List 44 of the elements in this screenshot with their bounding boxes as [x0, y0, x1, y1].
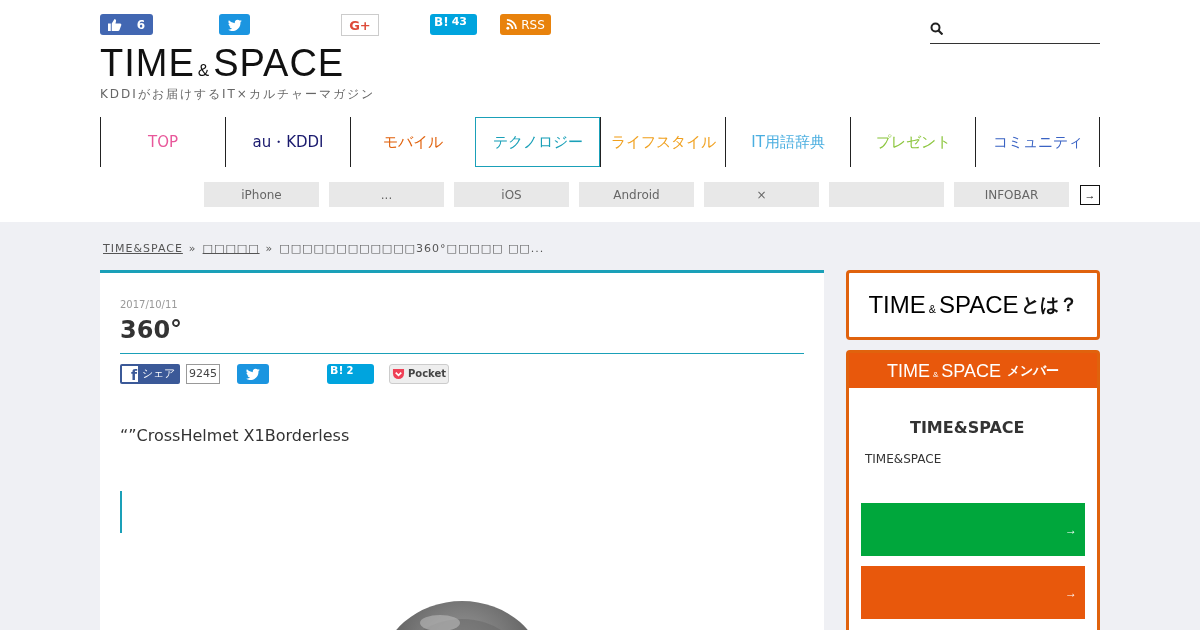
breadcrumb-link[interactable]: TIME&SPACE	[103, 241, 183, 255]
tag-link[interactable]: ...	[329, 182, 444, 207]
twitter-button[interactable]	[219, 14, 250, 35]
bird-icon	[227, 18, 242, 31]
tag-link[interactable]: Android	[579, 182, 694, 207]
article-title: 360°	[120, 316, 804, 354]
about-logo: TIME&SPACE	[868, 293, 1019, 317]
breadcrumb-separator: »	[265, 241, 274, 255]
pocket-icon	[391, 367, 405, 380]
members-label: メンバー	[1007, 361, 1060, 380]
nav-tab[interactable]: コミュニティ	[975, 117, 1100, 167]
member-text: TIME&SPACE	[865, 452, 943, 466]
more-tags-button[interactable]: →	[1080, 184, 1100, 205]
tag-link[interactable]: iOS	[454, 182, 569, 207]
tag-link[interactable]: iPhone	[204, 182, 319, 207]
arrow-button[interactable]: →	[861, 503, 1085, 556]
pocket-button[interactable]: Pocket	[389, 363, 449, 384]
member-name: TIME&SPACE	[910, 418, 1026, 437]
bird-icon	[246, 367, 260, 381]
twitter-button[interactable]	[237, 363, 269, 384]
breadcrumb-link[interactable]: □□□□□	[202, 241, 260, 255]
members-logo: TIME & SPACE	[886, 361, 1002, 380]
site-logo: TIME&SPACE	[100, 44, 346, 82]
breadcrumb-current: □□□□□□□□□□□□360°□□□□□ □□...	[279, 241, 545, 255]
nav-tab[interactable]: テクノロジー	[475, 117, 600, 167]
facebook-share-button[interactable]: f シェア	[120, 363, 180, 384]
rss-button[interactable]: RSS	[500, 14, 551, 35]
arrow-button[interactable]: →	[861, 566, 1085, 619]
hatena-bookmark-button[interactable]: B! 2	[327, 363, 374, 384]
like-button[interactable]: 6	[100, 14, 153, 35]
about-label: とは？	[1020, 292, 1078, 317]
about-banner[interactable]: TIME&SPACE とは？	[846, 270, 1100, 340]
tag-link[interactable]: ×	[704, 182, 819, 207]
tag-link[interactable]: INFOBAR	[954, 182, 1069, 207]
article-date: 2017/10/11	[120, 299, 179, 310]
site-tagline: KDDIがお届けするIT×カルチャーマガジン	[100, 86, 376, 103]
breadcrumb-separator: »	[188, 241, 197, 255]
share-count: 9245	[186, 363, 220, 384]
rss-icon	[506, 19, 518, 30]
google-plus-button[interactable]: G+	[341, 14, 379, 36]
hatena-bookmark-button[interactable]: B! 43	[430, 14, 477, 35]
article-text: “”CrossHelmet X1Borderless	[120, 425, 351, 445]
thumbs-up-icon	[108, 17, 122, 32]
search-icon	[930, 22, 943, 35]
